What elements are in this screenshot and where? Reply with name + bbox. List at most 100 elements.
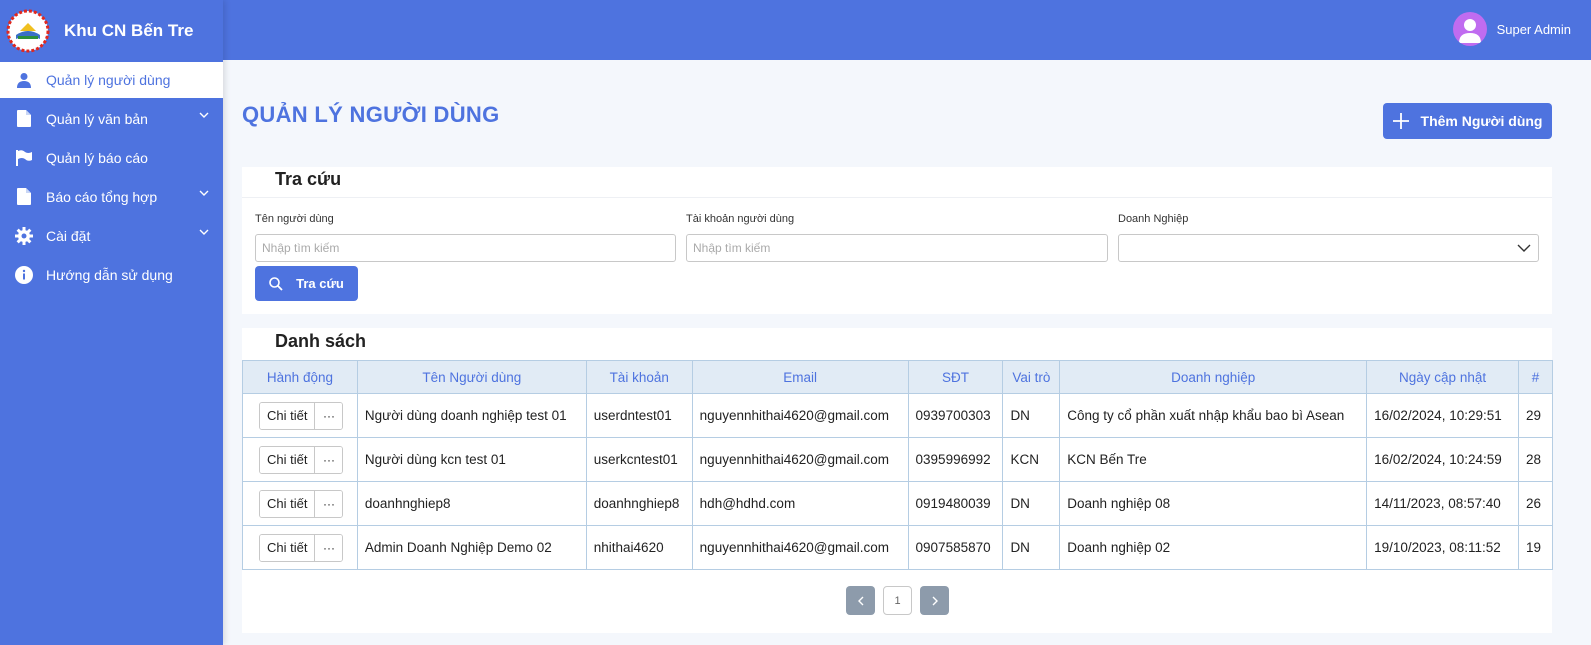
sidebar-item-label: Quản lý văn bản	[46, 110, 148, 127]
sidebar-item-users[interactable]: Quản lý người dùng	[0, 62, 223, 98]
cell-updated: 16/02/2024, 10:29:51	[1366, 393, 1519, 438]
cell-name: Người dùng doanh nghiệp test 01	[356, 393, 587, 438]
chevron-down-icon	[199, 112, 209, 118]
topbar: Super Admin	[223, 0, 1591, 60]
col-id[interactable]: #	[1518, 360, 1553, 394]
cell-id: 28	[1518, 437, 1553, 482]
cell-id: 19	[1518, 525, 1553, 570]
logo-icon	[6, 9, 50, 53]
account-search-input[interactable]: Nhập tìm kiếm	[686, 234, 1108, 262]
cell-role: KCN	[1002, 437, 1061, 482]
more-button[interactable]: ···	[315, 490, 343, 517]
cell-name: Admin Doanh Nghiệp Demo 02	[356, 525, 587, 570]
cell-email: nguyennhithai4620@gmail.com	[691, 525, 909, 570]
table-row: Chi tiết ··· Người dùng kcn test 01 userk…	[242, 437, 1553, 482]
cell-company: Doanh nghiệp 08	[1059, 481, 1368, 526]
col-role[interactable]: Vai trò	[1002, 360, 1061, 394]
more-button[interactable]: ···	[315, 402, 343, 429]
cell-role: DN	[1002, 481, 1061, 526]
add-user-button[interactable]: Thêm Người dùng	[1383, 103, 1552, 139]
search-title: Tra cứu	[275, 169, 342, 189]
file-icon	[13, 108, 35, 130]
user-icon	[13, 69, 35, 91]
detail-button[interactable]: Chi tiết	[260, 446, 316, 473]
detail-button[interactable]: Chi tiết	[260, 490, 316, 517]
sidebar-item-documents[interactable]: Quản lý văn bản	[0, 99, 223, 138]
sidebar-item-label: Hướng dẫn sử dụng	[46, 266, 173, 283]
col-updated[interactable]: Ngày cập nhật	[1366, 360, 1519, 394]
gear-icon	[13, 225, 35, 247]
cell-id: 26	[1518, 481, 1553, 526]
cell-company: Công ty cổ phần xuất nhập khẩu bao bì As…	[1059, 393, 1368, 438]
col-name[interactable]: Tên Người dùng	[356, 360, 587, 394]
list-panel: Danh sách Hành động Tên Người dùng Tài k…	[242, 328, 1553, 633]
cell-phone: 0907585870	[907, 525, 1004, 570]
search-button[interactable]: Tra cứu	[255, 266, 358, 301]
row-actions: Chi tiết ···	[259, 445, 344, 474]
more-button[interactable]: ···	[315, 446, 343, 473]
page-title: QUẢN LÝ NGƯỜI DÙNG	[242, 102, 500, 127]
add-user-label: Thêm Người dùng	[1420, 113, 1543, 129]
row-actions: Chi tiết ···	[259, 489, 344, 518]
col-email[interactable]: Email	[691, 360, 909, 394]
sidebar-item-label: Báo cáo tổng hợp	[46, 188, 158, 205]
table-header: Hành động Tên Người dùng Tài khoản Email…	[242, 360, 1553, 394]
plus-icon	[1392, 113, 1409, 129]
cell-phone: 0395996992	[907, 437, 1004, 482]
cell-name: Người dùng kcn test 01	[356, 437, 587, 482]
file-icon	[13, 186, 35, 208]
next-page-button[interactable]	[920, 586, 949, 615]
sidebar-item-label: Quản lý người dùng	[46, 72, 171, 88]
chevron-left-icon	[857, 596, 863, 605]
prev-page-button[interactable]	[846, 586, 875, 615]
user-menu[interactable]: Super Admin	[1452, 12, 1571, 46]
sidebar-item-label: Quản lý báo cáo	[46, 149, 148, 166]
cell-phone: 0939700303	[907, 393, 1004, 438]
flag-icon	[13, 147, 35, 169]
page-number[interactable]: 1	[883, 586, 912, 615]
cell-name: doanhnghiep8	[356, 481, 587, 526]
cell-account: doanhnghiep8	[585, 481, 693, 526]
cell-email: hdh@hdhd.com	[691, 481, 909, 526]
name-label: Tên người dùng	[255, 213, 334, 225]
avatar	[1452, 12, 1487, 46]
detail-button[interactable]: Chi tiết	[260, 402, 316, 429]
divider	[242, 197, 1552, 198]
cell-email: nguyennhithai4620@gmail.com	[691, 393, 909, 438]
col-phone[interactable]: SĐT	[907, 360, 1004, 394]
col-action[interactable]: Hành động	[242, 360, 358, 394]
cell-id: 29	[1518, 393, 1553, 438]
chevron-right-icon	[932, 596, 938, 605]
table-row: Chi tiết ··· Người dùng doanh nghiệp test…	[242, 393, 1553, 438]
col-account[interactable]: Tài khoản	[585, 360, 693, 394]
col-company[interactable]: Doanh nghiệp	[1059, 360, 1368, 394]
users-table: Hành động Tên Người dùng Tài khoản Email…	[242, 360, 1553, 570]
cell-email: nguyennhithai4620@gmail.com	[691, 437, 909, 482]
detail-button[interactable]: Chi tiết	[260, 534, 316, 561]
cell-account: nhithai4620	[585, 525, 693, 570]
chevron-down-icon	[1517, 244, 1531, 252]
sidebar-item-reports[interactable]: Quản lý báo cáo	[0, 138, 223, 177]
company-select[interactable]	[1118, 234, 1539, 262]
cell-account: userkcntest01	[585, 437, 693, 482]
name-search-input[interactable]: Nhập tìm kiếm	[255, 234, 676, 262]
cell-updated: 19/10/2023, 08:11:52	[1366, 525, 1519, 570]
row-actions: Chi tiết ···	[259, 533, 344, 562]
sidebar-item-label: Cài đặt	[46, 227, 91, 244]
chevron-down-icon	[199, 229, 209, 235]
cell-updated: 16/02/2024, 10:24:59	[1366, 437, 1519, 482]
more-button[interactable]: ···	[315, 534, 343, 561]
info-icon	[13, 264, 35, 286]
search-icon	[269, 276, 283, 291]
cell-company: Doanh nghiệp 02	[1059, 525, 1368, 570]
sidebar-item-settings[interactable]: Cài đặt	[0, 216, 223, 255]
sidebar: Khu CN Bến Tre Quản lý người dùng Quản l…	[0, 0, 223, 645]
brand[interactable]: Khu CN Bến Tre	[0, 0, 223, 62]
company-label: Doanh Nghiệp	[1118, 213, 1189, 225]
cell-phone: 0919480039	[907, 481, 1004, 526]
user-name: Super Admin	[1496, 21, 1571, 37]
app-name: Khu CN Bến Tre	[64, 21, 194, 40]
sidebar-item-guide[interactable]: Hướng dẫn sử dụng	[0, 255, 223, 294]
sidebar-item-summary[interactable]: Báo cáo tổng hợp	[0, 177, 223, 216]
search-panel: Tra cứu Tên người dùng Nhập tìm kiếm Tài…	[242, 167, 1552, 314]
